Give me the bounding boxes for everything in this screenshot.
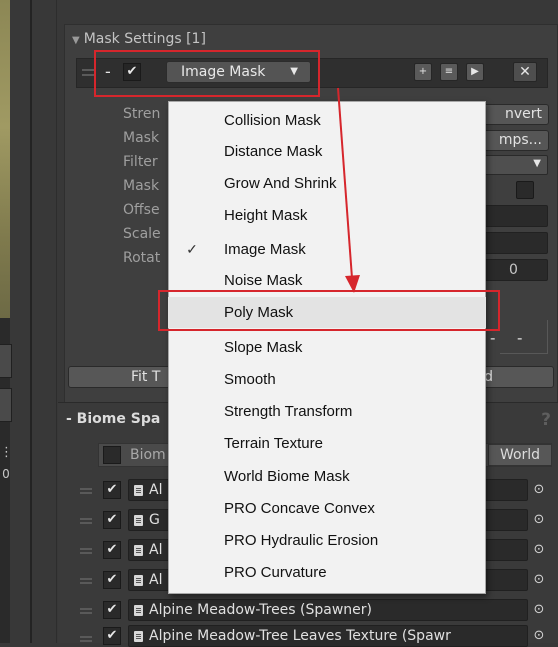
help-icon[interactable]: ?: [537, 410, 555, 430]
highlight-box: [94, 50, 320, 97]
menu-item-label: PRO Curvature: [224, 564, 327, 581]
target-icon[interactable]: ⊙: [530, 510, 548, 530]
menu-item-height-mask[interactable]: Height Mask: [168, 200, 486, 231]
dash-button[interactable]: -: [517, 331, 527, 346]
divider: [30, 0, 32, 643]
spawner-field[interactable]: Alpine Meadow-Tree Leaves Texture (Spawr: [128, 625, 528, 647]
close-icon[interactable]: ✕: [513, 62, 537, 82]
prop-label: Mask: [123, 130, 160, 146]
drag-handle-icon[interactable]: [82, 66, 94, 80]
menu-item-pro-hydraulic-erosion[interactable]: PRO Hydraulic Erosion: [168, 525, 486, 556]
left-number: 0: [2, 467, 10, 481]
drag-handle-icon[interactable]: [80, 546, 92, 554]
menu-item-label: Terrain Texture: [224, 435, 323, 452]
left-tab[interactable]: [0, 344, 12, 378]
menu-item-distance-mask[interactable]: Distance Mask: [168, 136, 486, 167]
spawner-name: Al: [149, 572, 163, 588]
document-icon: [134, 515, 143, 526]
row-checkbox[interactable]: ✔: [103, 627, 121, 645]
prop-label: Stren: [123, 106, 161, 122]
document-icon: [134, 545, 143, 556]
menu-item-label: World Biome Mask: [224, 468, 350, 485]
row-checkbox[interactable]: ✔: [103, 481, 121, 499]
document-icon: [134, 485, 143, 496]
menu-item-grow-and-shrink[interactable]: Grow And Shrink: [168, 168, 486, 199]
offset-field[interactable]: [478, 205, 548, 227]
highlight-box: [158, 290, 500, 331]
mask-settings-header[interactable]: ▼ Mask Settings [1]: [72, 29, 206, 49]
row-checkbox[interactable]: ✔: [103, 541, 121, 559]
prop-label: Filter: [123, 154, 158, 170]
menu-item-label: Image Mask: [224, 241, 306, 258]
menu-item-slope-mask[interactable]: Slope Mask: [168, 332, 486, 363]
document-icon: [134, 631, 143, 642]
spawner-name: Al: [149, 542, 163, 558]
row-checkbox[interactable]: ✔: [103, 571, 121, 589]
target-icon[interactable]: ⊙: [530, 570, 548, 590]
menu-item-label: Grow And Shrink: [224, 175, 337, 192]
divider: [56, 0, 57, 643]
prop-label: Mask: [123, 178, 160, 194]
prop-label: Scale: [123, 226, 161, 242]
left-tab[interactable]: [0, 388, 12, 422]
prop-label: Offse: [123, 202, 160, 218]
list-icon[interactable]: ≡: [440, 63, 458, 81]
rotation-field[interactable]: 0: [478, 259, 548, 281]
fit-button-left-label: Fit T: [131, 369, 161, 385]
spawner-name: Alpine Meadow-Trees (Spawner): [149, 602, 373, 618]
spawner-name: Alpine Meadow-Tree Leaves Texture (Spawr: [149, 628, 451, 644]
menu-item-image-mask[interactable]: ✓ Image Mask: [168, 234, 486, 265]
drag-handle-icon[interactable]: [80, 576, 92, 584]
target-icon[interactable]: ⊙: [530, 600, 548, 620]
menu-item-collision-mask[interactable]: Collision Mask: [168, 105, 486, 136]
scene-view: [0, 0, 10, 318]
collapse-icon: ▼: [72, 35, 80, 46]
target-icon[interactable]: ⊙: [530, 480, 548, 500]
check-icon: ✓: [186, 241, 198, 257]
menu-item-label: Strength Transform: [224, 403, 353, 420]
menu-item-pro-concave-convex[interactable]: PRO Concave Convex: [168, 493, 486, 524]
drag-handle-icon[interactable]: [80, 516, 92, 524]
document-icon: [134, 605, 143, 616]
biome-panel-title[interactable]: - Biome Spa: [66, 408, 160, 430]
row-checkbox[interactable]: ✔: [103, 511, 121, 529]
menu-item-label: Slope Mask: [224, 339, 303, 356]
target-icon[interactable]: ⊙: [530, 540, 548, 560]
spawner-name: Al: [149, 482, 163, 498]
play-icon[interactable]: ▶: [466, 63, 484, 81]
dash-button[interactable]: -: [490, 331, 500, 346]
menu-item-smooth[interactable]: Smooth: [168, 364, 486, 395]
menu-item-terrain-texture[interactable]: Terrain Texture: [168, 428, 486, 459]
chevron-down-icon: ▼: [533, 158, 541, 169]
prop-label: Rotat: [123, 250, 161, 266]
scale-field[interactable]: [478, 232, 548, 254]
mask-settings-title: Mask Settings [1]: [83, 31, 206, 47]
select-all-checkbox[interactable]: [103, 446, 121, 464]
menu-item-label: Collision Mask: [224, 112, 321, 129]
drag-handle-icon[interactable]: [80, 606, 92, 614]
row-checkbox[interactable]: ✔: [103, 601, 121, 619]
menu-item-label: PRO Concave Convex: [224, 500, 375, 517]
menu-item-strength-transform[interactable]: Strength Transform: [168, 396, 486, 427]
menu-item-world-biome-mask[interactable]: World Biome Mask: [168, 461, 486, 492]
spawner-field[interactable]: Alpine Meadow-Trees (Spawner): [128, 599, 528, 621]
filter-dropdown[interactable]: ▼: [478, 155, 548, 175]
world-button[interactable]: World: [488, 444, 552, 466]
menu-item-pro-curvature[interactable]: PRO Curvature: [168, 557, 486, 588]
menu-item-label: Smooth: [224, 371, 276, 388]
add-icon[interactable]: +: [414, 63, 432, 81]
mask-toggle[interactable]: [516, 181, 534, 199]
menu-item-label: PRO Hydraulic Erosion: [224, 532, 379, 549]
menu-item-label: Height Mask: [224, 207, 308, 224]
spawner-name: G: [149, 512, 160, 528]
drag-handle-icon[interactable]: [80, 634, 92, 642]
drag-handle-icon[interactable]: [80, 486, 92, 494]
kebab-icon[interactable]: ⋮: [0, 445, 13, 461]
document-icon: [134, 575, 143, 586]
biome-column-header: Biom: [130, 447, 166, 463]
target-icon[interactable]: ⊙: [530, 626, 548, 646]
menu-item-label: Distance Mask: [224, 143, 323, 160]
